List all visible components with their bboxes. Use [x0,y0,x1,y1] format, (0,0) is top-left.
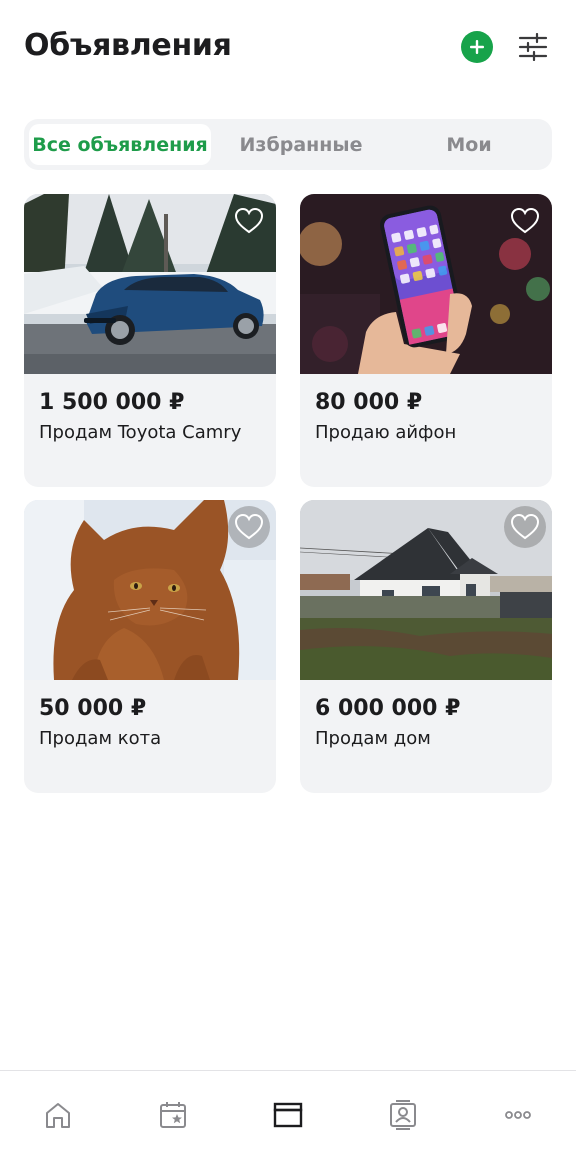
heart-outline-icon [234,207,264,234]
listing-title: Продам Toyota Camry [39,422,242,443]
listing-grid: 1 500 000 ₽ Продам Toyota Camry 80 000 ₽… [24,194,552,793]
listing-image [300,500,552,680]
listing-tabs: Все объявления Избранные Мои [24,119,552,170]
add-listing-button[interactable] [461,31,493,63]
listing-price: 1 500 000 ₽ [39,390,185,415]
plus-circle-icon [470,40,484,54]
heart-outline-icon [510,207,540,234]
heart-outline-icon [234,513,264,540]
listings-icon [273,1102,303,1128]
listing-image [24,194,276,374]
listing-image [300,194,552,374]
nav-events[interactable] [115,1071,230,1159]
heart-outline-icon [510,513,540,540]
tab-my-listings[interactable]: Мои [391,124,547,165]
nav-more[interactable] [461,1071,576,1159]
listing-title: Продам дом [315,728,431,749]
contact-card-icon [390,1100,417,1130]
listing-image [24,500,276,680]
listing-card[interactable]: 80 000 ₽ Продаю айфон [300,194,552,487]
listing-card[interactable]: 50 000 ₽ Продам кота [24,500,276,793]
bottom-navigation [0,1070,576,1159]
nav-home[interactable] [0,1071,115,1159]
header: Объявления [0,0,576,96]
favorite-button[interactable] [504,200,546,242]
listing-price: 80 000 ₽ [315,390,423,415]
calendar-star-icon [159,1102,186,1128]
listing-title: Продам кота [39,728,162,749]
home-icon [45,1103,70,1128]
favorite-button[interactable] [228,506,270,548]
listing-price: 50 000 ₽ [39,696,147,721]
nav-contacts[interactable] [346,1071,461,1159]
sliders-icon [518,33,548,61]
favorite-button[interactable] [504,506,546,548]
more-dots-icon [505,1111,532,1119]
listing-card[interactable]: 6 000 000 ₽ Продам дом [300,500,552,793]
listing-price: 6 000 000 ₽ [315,696,461,721]
favorite-button[interactable] [228,200,270,242]
filter-button[interactable] [516,31,550,63]
tab-all-listings[interactable]: Все объявления [29,124,211,165]
page-title: Объявления [24,28,232,63]
app-screen: Объявления Все объявления Избранные Мои … [0,0,576,1159]
tab-favorites[interactable]: Избранные [211,124,391,165]
listing-title: Продаю айфон [315,422,457,443]
nav-listings[interactable] [230,1071,345,1159]
listing-card[interactable]: 1 500 000 ₽ Продам Toyota Camry [24,194,276,487]
